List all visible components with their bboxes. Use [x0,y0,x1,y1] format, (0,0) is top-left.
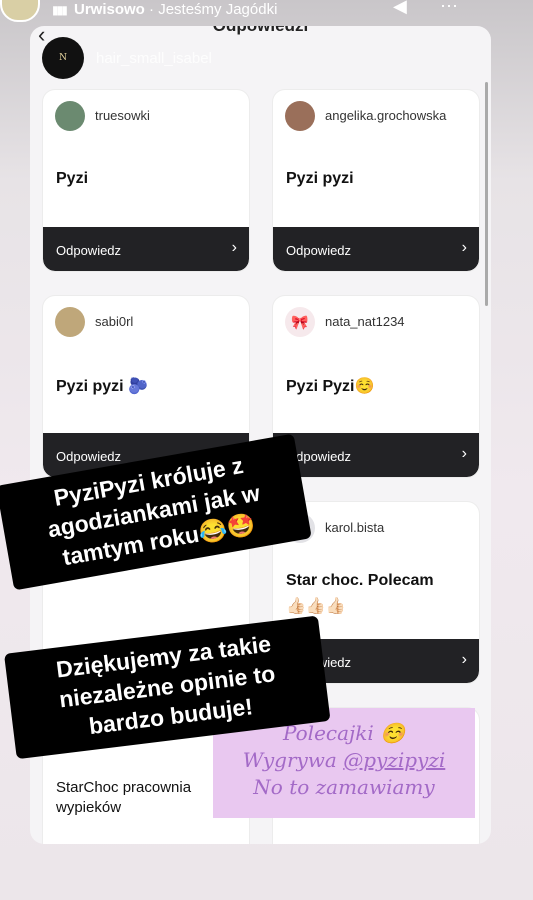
scrollbar[interactable] [485,82,488,306]
response-text: Pyzi [56,170,89,187]
story-music-label[interactable]: Urwisowo · Jesteśmy Jagódki [74,1,277,18]
song-artist: Jesteśmy Jagódki [158,1,278,18]
username[interactable]: sabi0rl [95,314,133,329]
bow-icon[interactable]: 🎀 [285,307,315,337]
reply-label: Odpowiedz [56,243,122,258]
user-avatar[interactable] [55,101,85,131]
song-title: Urwisowo [74,1,145,18]
response-card[interactable]: truesowki Pyzi Odpowiedz › [43,90,249,271]
response-card[interactable]: angelika.grochowska Pyzi pyzi Odpowiedz … [273,90,479,271]
reply-label: Odpowiedz [56,449,122,464]
user-avatar[interactable] [55,307,85,337]
panel-title: Odpowiedzi [30,26,491,36]
story-header: ▮▮▮ Urwisowo · Jesteśmy Jagódki ◀︎ ⋯ [0,0,533,22]
response-text: Pyzi pyzi 🫐 [56,378,148,395]
polecajki-line3: No to zamawiamy [253,775,435,799]
username[interactable]: karol.bista [325,520,384,535]
story-avatar[interactable] [0,0,40,22]
reply-button[interactable]: Odpowiedz › [273,227,479,271]
response-card[interactable]: 🎀 nata_nat1234 Pyzi Pyzi☺️ Odpowiedz › [273,296,479,477]
username[interactable]: truesowki [95,108,150,123]
response-text: Star choc. Polecam [286,572,434,589]
username[interactable]: nata_nat1234 [325,314,405,329]
mention-tag[interactable]: @pyzipyzi [343,748,445,772]
polecajki-prefix: Wygrywa [242,748,344,772]
chevron-right-icon: › [461,651,467,668]
username[interactable]: angelika.grochowska [325,108,446,123]
chevron-right-icon: › [461,445,467,462]
reply-label: Odpowiedz [286,243,352,258]
user-avatar[interactable] [285,101,315,131]
profile-avatar[interactable]: N [42,37,84,79]
music-icon: ▮▮▮ [52,3,68,17]
thumbs-up-icons: 👍🏻👍🏻👍🏻 [286,598,346,615]
sound-icon[interactable]: ◀︎ [393,0,407,17]
response-text: StarChoc pracownia wypieków [56,779,192,816]
response-text: Pyzi Pyzi☺️ [286,378,375,395]
song-separator: · [144,1,159,18]
response-text: Pyzi pyzi [286,170,354,187]
more-options-icon[interactable]: ⋯ [440,0,458,17]
polecajki-line2: Wygrywa @pyzipyzi [213,747,475,774]
reply-button[interactable]: Odpowiedz › [273,433,479,477]
chevron-right-icon: › [231,239,237,256]
chevron-right-icon: › [461,239,467,256]
profile-username[interactable]: hair_small_isabel [96,50,212,67]
reply-button[interactable]: Odpowiedz › [43,227,249,271]
